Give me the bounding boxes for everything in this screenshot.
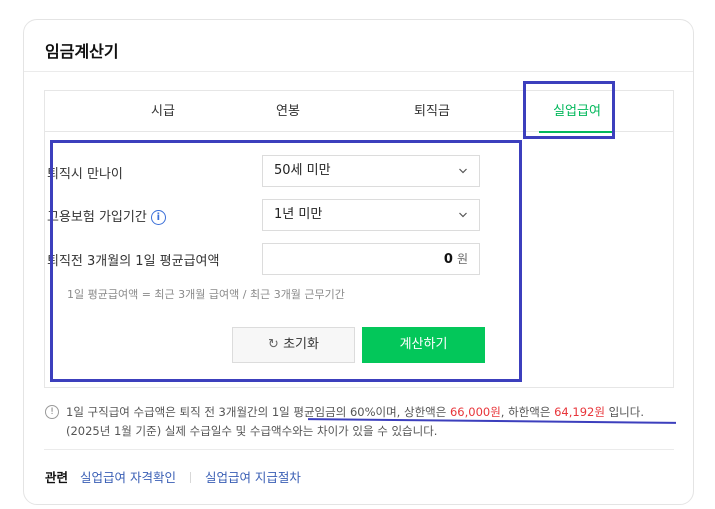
title-divider [24,71,693,72]
payment-procedure-link[interactable]: 실업급여 지급절차 [205,470,301,485]
notice-text-part: 1일 구직급여 수급액은 퇴직 전 3개월간의 1일 평균임금의 60%이며, … [66,405,450,419]
upper-limit-amount: 66,000원 [449,405,501,419]
tab-hourly[interactable]: 시급 [103,91,223,132]
link-separator [189,472,191,483]
tab-label: 퇴직금 [414,104,450,119]
highlight-box-tab [523,81,615,139]
related-links: 관련 실업급여 자격확인 실업급여 지급절차 [45,467,301,486]
highlight-box-form [50,140,522,382]
page-title: 임금계산기 [45,42,119,61]
tab-label: 시급 [151,104,175,119]
tab-label: 연봉 [276,104,300,119]
related-label: 관련 [45,470,69,485]
tab-annual-salary[interactable]: 연봉 [228,91,348,132]
notice-text-part: , 하한액은 [500,405,555,419]
tab-severance[interactable]: 퇴직금 [372,91,492,132]
lower-limit-amount: 64,192원 [554,405,605,419]
exclamation-icon: ! [45,405,59,419]
eligibility-check-link[interactable]: 실업급여 자격확인 [80,470,176,485]
footer-divider [44,449,674,450]
